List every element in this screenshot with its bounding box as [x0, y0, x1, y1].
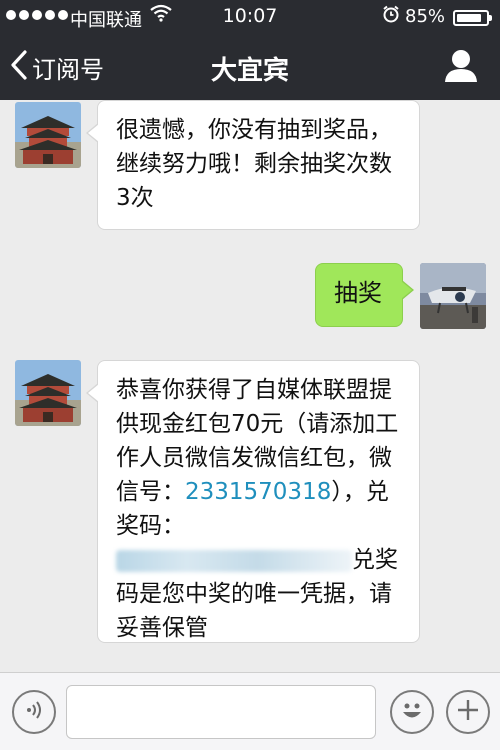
emoji-button[interactable] — [390, 690, 434, 734]
redeem-code-obscured — [116, 549, 352, 572]
message-bubble-sent: 抽奖 — [315, 263, 414, 327]
page-title: 大宜宾 — [210, 56, 289, 86]
message-bubble-received: 恭喜你获得了自媒体联盟提供现金红包70元（请添加工作人员微信发微信红包，微信号：… — [86, 360, 420, 643]
plus-icon — [455, 697, 481, 727]
message-text: 很遗憾，你没有抽到奖品，继续努力哦！剩余抽奖次数3次 — [116, 117, 392, 211]
voice-button[interactable] — [12, 690, 56, 734]
status-bar: 中国联通 10:07 85% — [0, 0, 500, 34]
message-text: 抽奖 — [334, 279, 382, 307]
input-bar — [0, 672, 500, 750]
top-bar: 中国联通 10:07 85% 订阅号 大宜宾 — [0, 0, 500, 100]
alarm-icon — [382, 5, 400, 28]
wechat-id-link[interactable]: 2331570318 — [185, 479, 331, 505]
official-account-avatar[interactable] — [15, 360, 81, 426]
message-input[interactable] — [66, 685, 376, 739]
profile-icon[interactable] — [444, 48, 478, 84]
battery-percent: 85% — [405, 6, 446, 27]
nav-bar: 订阅号 大宜宾 — [0, 34, 500, 100]
voice-icon — [23, 699, 45, 725]
message-bubble-received: 很遗憾，你没有抽到奖品，继续努力哦！剩余抽奖次数3次 — [86, 100, 420, 230]
emoji-icon — [397, 695, 427, 729]
battery-icon — [453, 10, 492, 26]
official-account-avatar[interactable] — [15, 102, 81, 168]
more-button[interactable] — [446, 690, 490, 734]
battery-fill — [457, 14, 481, 22]
user-avatar[interactable] — [420, 263, 486, 329]
